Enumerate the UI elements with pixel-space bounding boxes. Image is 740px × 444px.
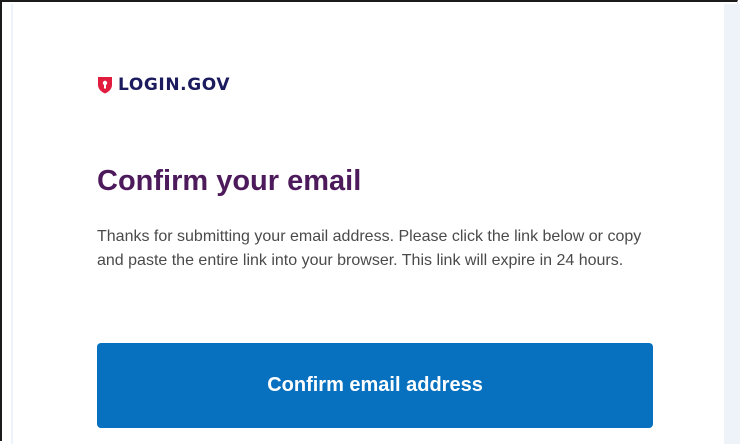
right-gutter [724,4,740,444]
confirm-email-button[interactable]: Confirm email address [97,343,653,428]
login-gov-logo[interactable]: LOGIN.GOV [97,76,230,94]
logo-text: LOGIN.GOV [118,75,231,95]
shield-lock-icon [98,77,112,94]
page-title: Confirm your email [97,165,362,197]
email-viewport: LOGIN.GOV Confirm your email Thanks for … [0,0,740,444]
email-card: LOGIN.GOV Confirm your email Thanks for … [13,4,724,444]
email-body-text: Thanks for submitting your email address… [97,228,642,269]
